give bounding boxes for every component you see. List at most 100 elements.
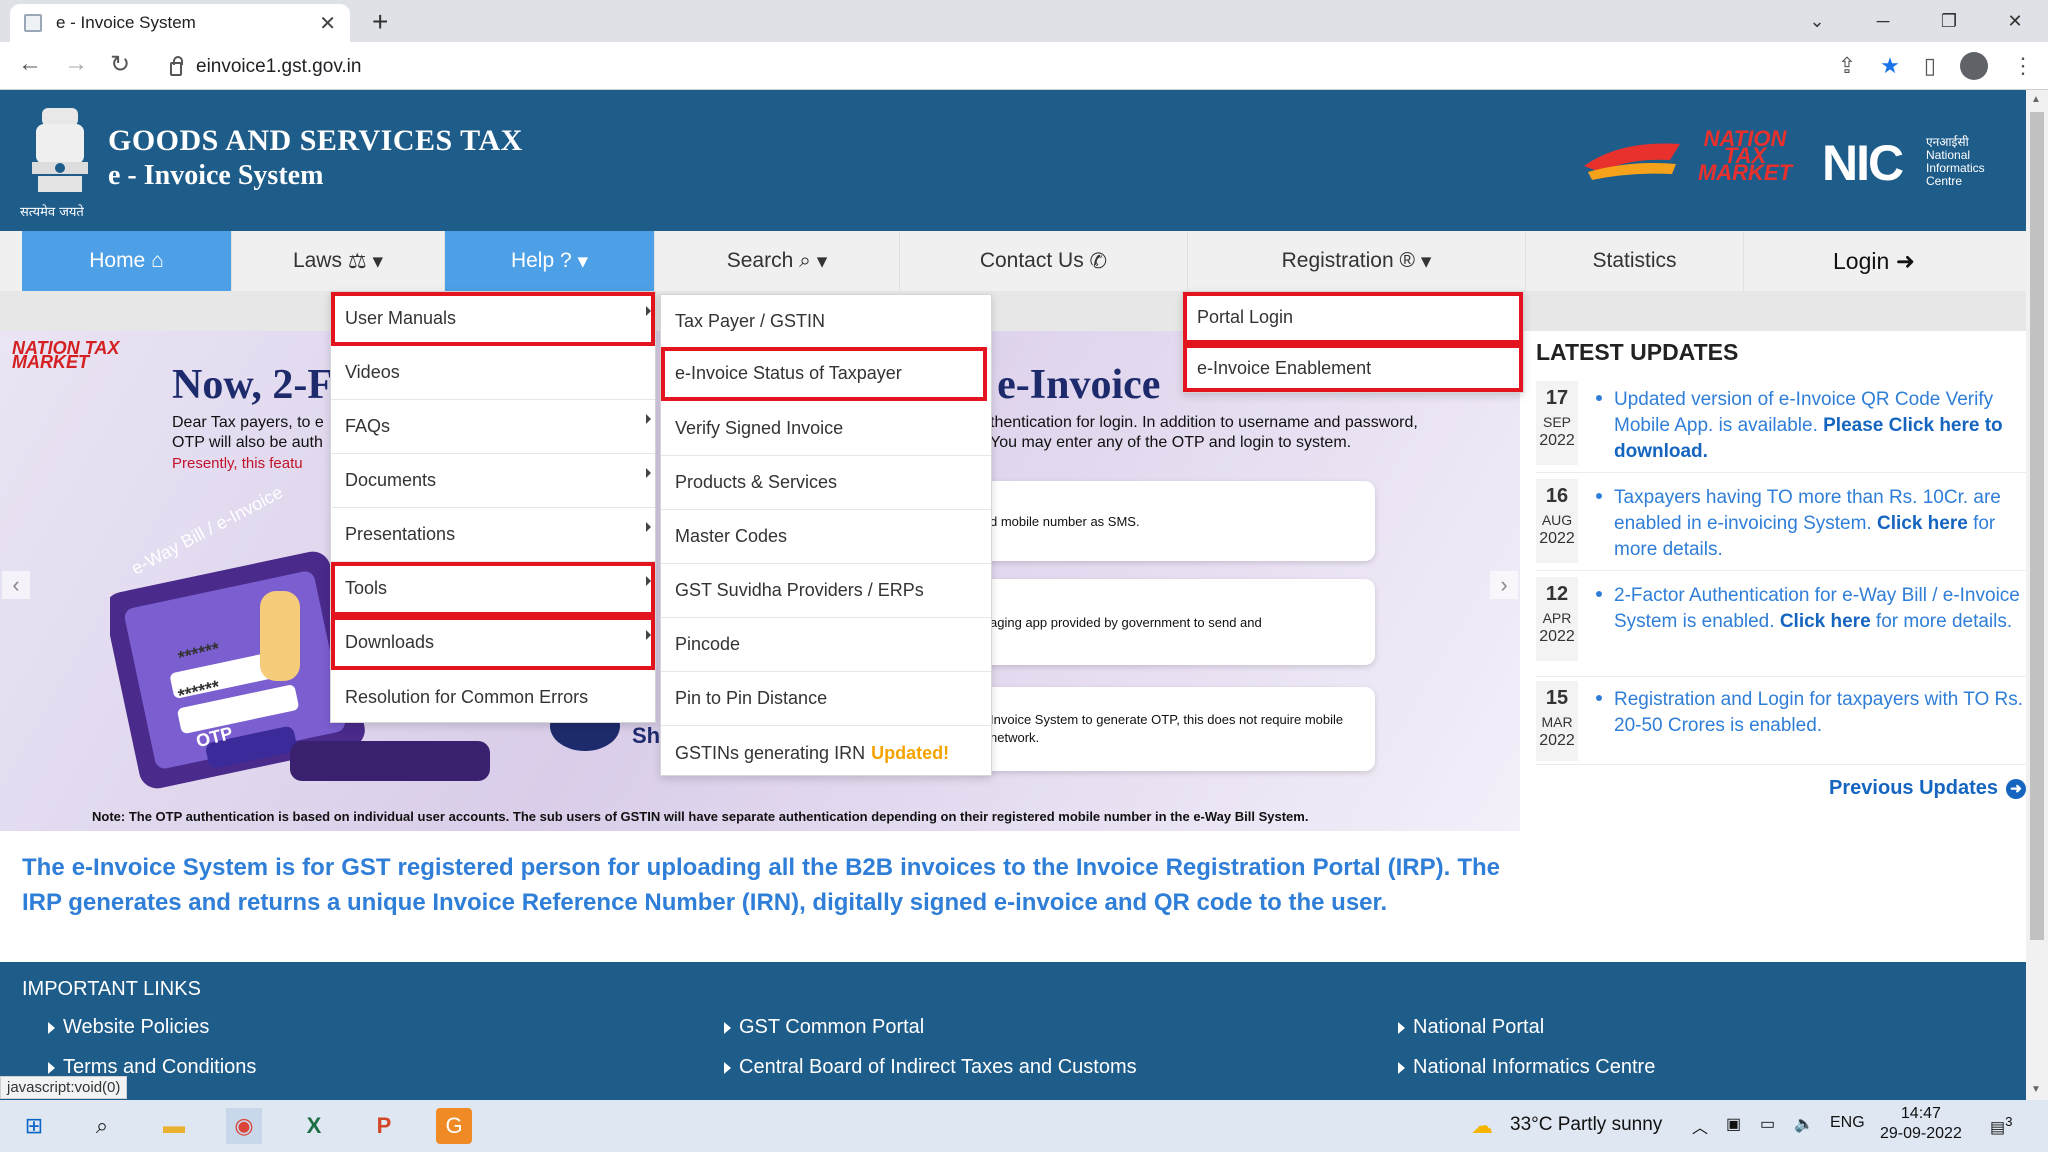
reload-icon[interactable]: ↻ [110, 50, 130, 79]
tab-search-icon[interactable]: ⌄ [1784, 0, 1850, 42]
menu-item-pin-to-pin[interactable]: Pin to Pin Distance [661, 672, 991, 726]
banner-red-text: Presently, this featu [172, 455, 303, 472]
update-year: 2022 [1539, 628, 1575, 645]
nav-search[interactable]: Search ⌕ ▾ [655, 231, 900, 291]
nav-statistics[interactable]: Statistics [1526, 231, 1744, 291]
footer: IMPORTANT LINKS Website Policies Terms a… [0, 962, 2026, 1100]
scrollbar-thumb[interactable] [2030, 112, 2044, 940]
menu-item-gsp-erps[interactable]: GST Suvidha Providers / ERPs [661, 564, 991, 618]
menu-item-tools[interactable]: Tools [331, 562, 655, 616]
lock-icon[interactable] [170, 56, 183, 76]
forward-icon[interactable]: → [64, 50, 88, 78]
banner-text-line: OTP will also be auth [172, 434, 323, 451]
weather-icon[interactable]: ☁ [1464, 1108, 1500, 1144]
language-indicator[interactable]: ENG [1830, 1114, 1865, 1132]
volume-icon[interactable]: 🔈 [1794, 1114, 1814, 1134]
menu-item-verify-signed-invoice[interactable]: Verify Signed Invoice [661, 402, 991, 456]
system-clock[interactable]: 14:47 29-09-2022 [1880, 1104, 1962, 1144]
menu-item-faqs[interactable]: FAQs [331, 400, 655, 454]
excel-icon[interactable]: X [296, 1108, 332, 1144]
scroll-up-icon[interactable]: ▲ [2031, 94, 2041, 105]
restore-icon[interactable]: ❐ [1916, 0, 1982, 42]
caret-right-icon [48, 1061, 55, 1074]
menu-item-einvoice-status[interactable]: e-Invoice Status of Taxpayer [661, 347, 987, 401]
sign-in-icon: ➜ [1895, 247, 1915, 274]
close-window-icon[interactable]: ✕ [1982, 0, 2048, 42]
url-field[interactable]: einvoice1.gst.gov.in [160, 50, 1780, 84]
nav-login-label: Login [1833, 247, 1890, 274]
footer-link[interactable]: National Informatics Centre [1398, 1056, 1655, 1079]
banner-text-line: Dear Tax payers, to e [172, 414, 324, 431]
national-emblem-icon [32, 108, 88, 192]
browser-menu-icon[interactable]: ⋮ [2012, 53, 2034, 79]
menu-item-label: GST Suvidha Providers / ERPs [675, 580, 924, 600]
submenu-caret-icon [646, 576, 651, 586]
powerpoint-icon[interactable]: P [366, 1108, 402, 1144]
back-icon[interactable]: ← [18, 50, 42, 78]
update-link[interactable]: Click here [1780, 611, 1871, 632]
menu-item-gstins-generating-irn[interactable]: GSTINs generating IRN Updated! [661, 726, 991, 780]
menu-item-master-codes[interactable]: Master Codes [661, 510, 991, 564]
menu-item-pincode[interactable]: Pincode [661, 618, 991, 672]
previous-updates-link[interactable]: Previous Updates ➜ [1829, 777, 2026, 800]
app-icon[interactable]: G [436, 1108, 472, 1144]
menu-item-products-services[interactable]: Products & Services [661, 456, 991, 510]
menu-item-presentations[interactable]: Presentations [331, 508, 655, 562]
nav-login[interactable]: Login ➜ [1744, 231, 2004, 291]
tray-device-icon[interactable]: ▣ [1726, 1114, 1741, 1134]
vertical-scrollbar[interactable]: ▲ ▼ [2026, 90, 2048, 1100]
menu-item-label: e-Invoice Enablement [1197, 357, 1372, 378]
menu-item-documents[interactable]: Documents [331, 454, 655, 508]
home-icon: ⌂ [151, 249, 164, 272]
footer-link[interactable]: Central Board of Indirect Taxes and Cust… [724, 1056, 1137, 1079]
profile-avatar[interactable] [1960, 52, 1988, 80]
menu-item-label: Downloads [345, 632, 435, 652]
menu-item-portal-login[interactable]: Portal Login [1183, 292, 1523, 344]
otp-option-card: aging app provided by government to send… [960, 579, 1375, 665]
nav-laws[interactable]: Laws ⚖ ▾ [232, 231, 445, 291]
banner-prev-arrow[interactable]: ‹ [2, 571, 30, 599]
nav-help[interactable]: Help ? ▾ [445, 231, 655, 291]
nav-contact[interactable]: Contact Us ✆ [900, 231, 1188, 291]
menu-item-taxpayer-gstin[interactable]: Tax Payer / GSTIN [661, 295, 991, 349]
question-icon: ? [559, 249, 572, 272]
menu-item-downloads[interactable]: Downloads [331, 616, 655, 670]
search-dropdown: Tax Payer / GSTIN e-Invoice Status of Ta… [660, 294, 992, 776]
notification-icon[interactable]: ▤3 [1990, 1114, 2013, 1137]
submenu-caret-icon [646, 630, 651, 640]
network-icon[interactable]: ▭ [1760, 1114, 1775, 1134]
banner-next-arrow[interactable]: › [1490, 571, 1518, 599]
browser-tab-bar: e - Invoice System ✕ + ⌄ ─ ❐ ✕ [0, 0, 2048, 42]
update-link[interactable]: Click here [1877, 513, 1968, 534]
menu-item-einvoice-enablement[interactable]: e-Invoice Enablement [1183, 344, 1523, 392]
footer-link[interactable]: GST Common Portal [724, 1016, 924, 1039]
footer-link[interactable]: Website Policies [48, 1016, 209, 1039]
otp-option-card: Invoice System to generate OTP, this doe… [960, 687, 1375, 771]
tray-chevron-icon[interactable]: ︿ [1692, 1114, 1708, 1138]
browser-tab[interactable]: e - Invoice System ✕ [10, 4, 350, 42]
update-day: 15 [1545, 687, 1569, 709]
scroll-down-icon[interactable]: ▼ [2031, 1084, 2041, 1095]
share-icon[interactable]: ⇪ [1838, 53, 1856, 79]
taskbar-search-icon[interactable]: ⌕ [84, 1108, 120, 1144]
menu-item-label: Videos [345, 362, 400, 382]
emblem-caption: सत्यमेव जयते [20, 205, 84, 220]
minimize-icon[interactable]: ─ [1850, 0, 1916, 42]
footer-link[interactable]: National Portal [1398, 1016, 1544, 1039]
nav-home[interactable]: Home ⌂ [22, 231, 232, 291]
submenu-caret-icon [646, 468, 651, 478]
nav-registration[interactable]: Registration ® ▾ [1188, 231, 1526, 291]
banner-text-line: You may enter any of the OTP and login t… [990, 434, 1352, 451]
windows-start-icon[interactable]: ⊞ [16, 1108, 52, 1144]
weather-text[interactable]: 33°C Partly sunny [1510, 1114, 1662, 1136]
menu-item-videos[interactable]: Videos [331, 346, 655, 400]
side-panel-icon[interactable]: ▯ [1924, 53, 1936, 79]
file-explorer-icon[interactable]: ▬ [156, 1108, 192, 1144]
chrome-icon[interactable]: ◉ [226, 1108, 262, 1144]
otp-card-text: aging app provided by government to send… [990, 614, 1262, 630]
bookmark-star-icon[interactable]: ★ [1880, 53, 1900, 79]
menu-item-resolution[interactable]: Resolution for Common Errors [331, 670, 655, 724]
menu-item-user-manuals[interactable]: User Manuals [331, 292, 655, 346]
new-tab-icon[interactable]: + [372, 6, 388, 38]
close-tab-icon[interactable]: ✕ [319, 11, 336, 36]
